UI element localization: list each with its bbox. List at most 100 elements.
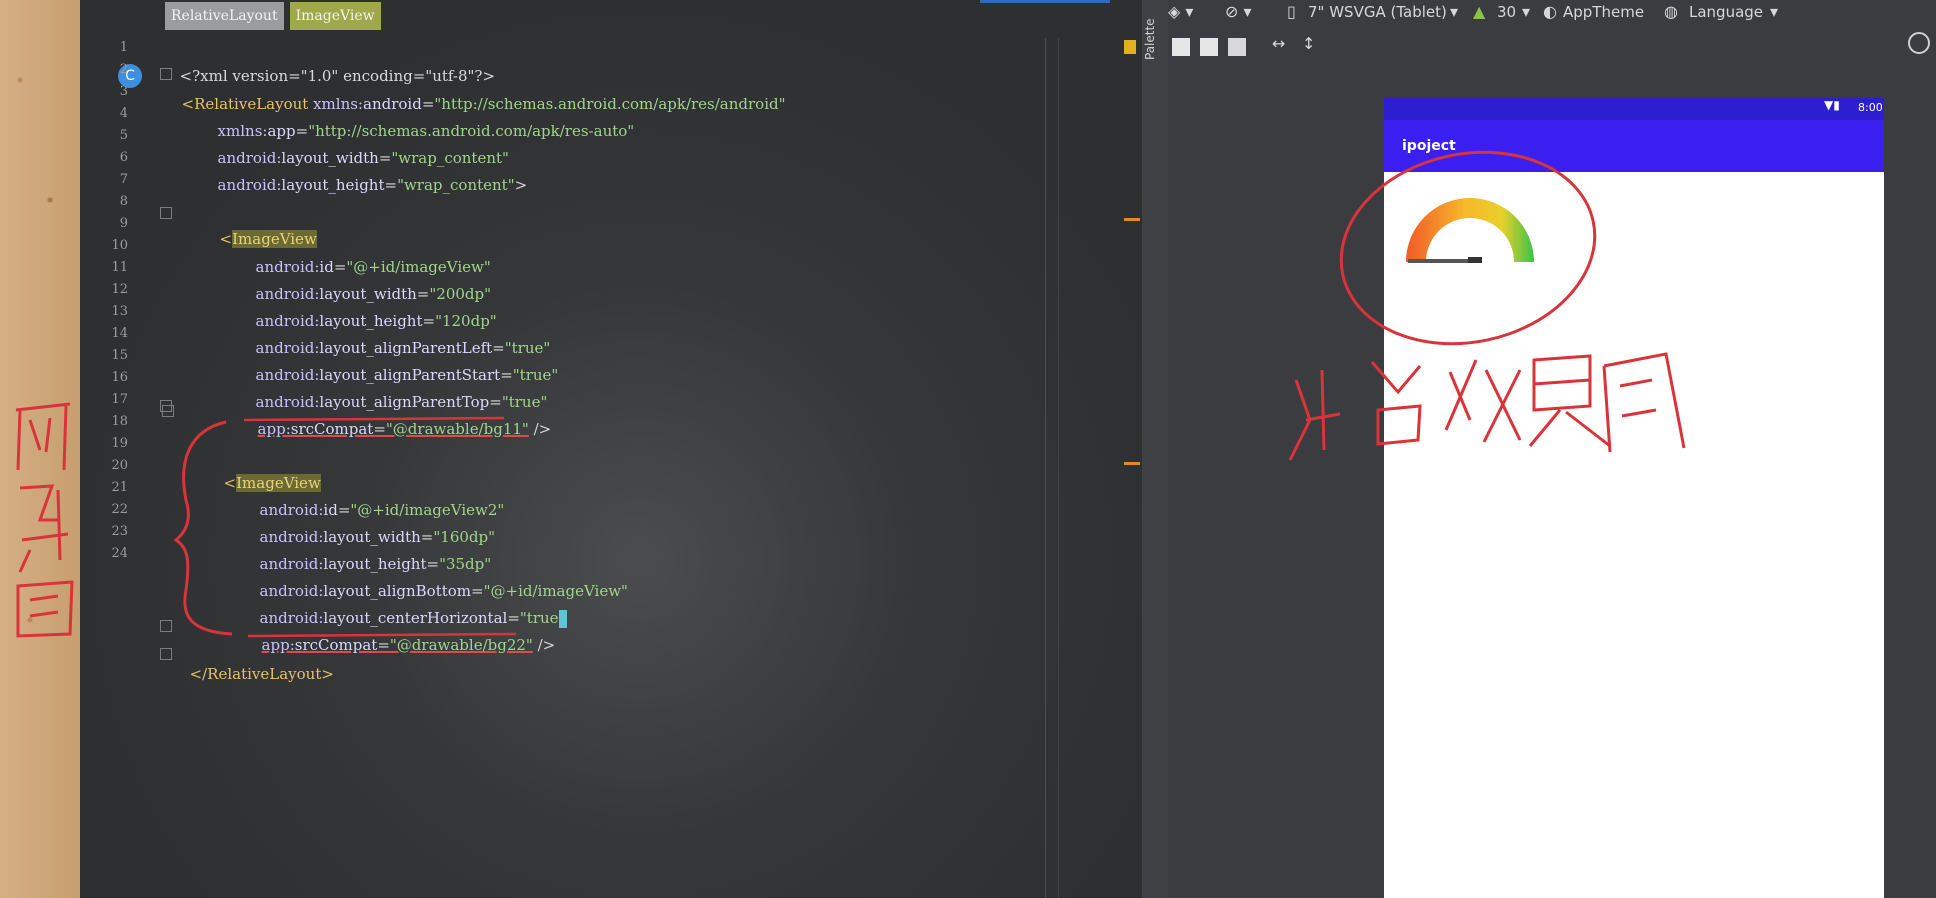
line-number: 20 bbox=[111, 458, 128, 473]
tag-close: > bbox=[514, 176, 528, 194]
attr-value: "@drawable/bg11" bbox=[385, 420, 529, 438]
tag-name: </RelativeLayout> bbox=[189, 665, 334, 683]
attr-value: "@drawable/bg22" bbox=[389, 636, 533, 654]
code-line-14[interactable]: app:srcCompat="@drawable/bg11" /> bbox=[248, 393, 552, 438]
chevron-down-icon: ▾ bbox=[1770, 2, 1779, 21]
code-line-7[interactable]: <ImageView bbox=[210, 203, 317, 248]
line-number: 21 bbox=[111, 480, 128, 495]
error-stripe-marker[interactable] bbox=[1124, 462, 1140, 465]
status-time: 8:00 bbox=[1858, 101, 1883, 114]
line-number: 23 bbox=[111, 524, 128, 539]
tag-open: < bbox=[223, 474, 237, 492]
android-icon: ▲ bbox=[1473, 2, 1486, 21]
gauge-needle bbox=[1408, 259, 1470, 263]
line-number: 13 bbox=[111, 304, 128, 319]
code-line-12[interactable]: android:layout_alignParentStart="true" bbox=[246, 339, 559, 384]
tag-open: < bbox=[219, 230, 233, 248]
line-number: 8 bbox=[119, 194, 128, 209]
no-symbol-icon[interactable]: ⊘ ▾ bbox=[1225, 2, 1252, 21]
equals: = bbox=[377, 636, 390, 654]
fold-marker[interactable] bbox=[160, 648, 172, 660]
design-view-icon[interactable] bbox=[1172, 38, 1190, 56]
warning-icon[interactable] bbox=[1124, 40, 1136, 54]
line-number: 11 bbox=[111, 260, 128, 275]
device-status-bar bbox=[1384, 98, 1884, 120]
breadcrumb-relativelayout[interactable]: RelativeLayout bbox=[165, 2, 284, 30]
zoom-out-icon[interactable] bbox=[1908, 32, 1930, 54]
device-app-bar bbox=[1384, 120, 1884, 172]
code-line-8[interactable]: android:id="@+id/imageView" bbox=[246, 231, 491, 276]
line-number: 17 bbox=[111, 392, 128, 407]
theme-selector[interactable]: AppTheme bbox=[1563, 0, 1644, 24]
active-indicator bbox=[980, 0, 1110, 3]
language-selector[interactable]: Language bbox=[1689, 0, 1763, 24]
line-number: 22 bbox=[111, 502, 128, 517]
error-stripe-marker[interactable] bbox=[1124, 218, 1140, 221]
code-line-13[interactable]: android:layout_alignParentTop="true" bbox=[246, 366, 548, 411]
app-title: ipoject bbox=[1402, 138, 1456, 154]
line-number: 18 bbox=[111, 414, 128, 429]
gauge-hub bbox=[1468, 257, 1482, 263]
editor-divider bbox=[1058, 38, 1059, 898]
line-number: 12 bbox=[111, 282, 128, 297]
line-number: 14 bbox=[111, 326, 128, 341]
code-line-4[interactable]: android:layout_width="wrap_content" bbox=[208, 122, 509, 167]
palette-strip[interactable] bbox=[1142, 0, 1168, 898]
code-line-3[interactable]: xmlns:app="http://schemas.android.com/ap… bbox=[208, 95, 635, 140]
equals: = bbox=[384, 176, 398, 194]
code-line-22[interactable]: app:srcCompat="@drawable/bg22" /> bbox=[252, 609, 556, 654]
chevron-down-icon: ▾ bbox=[1450, 2, 1459, 21]
device-content[interactable] bbox=[1384, 172, 1884, 898]
attr-namespace: android: bbox=[217, 176, 282, 194]
horizontal-resize-icon[interactable]: ↔ bbox=[1272, 34, 1285, 53]
line-number: 16 bbox=[111, 370, 128, 385]
line-number: 5 bbox=[119, 128, 128, 143]
text-cursor bbox=[558, 610, 567, 628]
tag-close: /> bbox=[528, 420, 552, 438]
globe-icon: ◍ bbox=[1664, 2, 1678, 21]
line-number: 19 bbox=[111, 436, 128, 451]
code-line-20[interactable]: android:layout_alignBottom="@+id/imageVi… bbox=[250, 555, 628, 600]
code-line-23[interactable]: </RelativeLayout> bbox=[180, 638, 334, 683]
breadcrumb: RelativeLayout ImageView bbox=[165, 2, 381, 32]
fold-marker[interactable] bbox=[160, 207, 172, 219]
blueprint-view-icon[interactable] bbox=[1200, 38, 1218, 56]
fold-marker[interactable] bbox=[162, 405, 174, 417]
line-number: 24 bbox=[111, 546, 128, 561]
code-line-9[interactable]: android:layout_width="200dp" bbox=[246, 258, 491, 303]
code-line-2[interactable]: <RelativeLayout xmlns:android="http://sc… bbox=[172, 68, 786, 113]
code-line-1[interactable]: <?xml version="1.0" encoding="utf-8"?> bbox=[170, 40, 495, 85]
attr-namespace: app: bbox=[257, 420, 291, 438]
code-line-16[interactable]: <ImageView bbox=[214, 447, 321, 492]
layers-icon[interactable]: ◈ ▾ bbox=[1168, 2, 1193, 21]
attr-value: "wrap_content" bbox=[397, 176, 515, 194]
vertical-resize-icon[interactable]: ↕ bbox=[1302, 34, 1315, 53]
gauge-arc bbox=[1406, 198, 1534, 262]
api-level-selector[interactable]: 30 bbox=[1497, 0, 1516, 24]
line-number: 1 bbox=[119, 40, 128, 55]
breadcrumb-imageview[interactable]: ImageView bbox=[289, 2, 381, 30]
design-canvas-margin bbox=[1884, 172, 1936, 898]
split-view-icon[interactable] bbox=[1228, 38, 1246, 56]
attr-name: srcCompat bbox=[290, 420, 374, 438]
line-number: 10 bbox=[111, 238, 128, 253]
device-selector[interactable]: 7" WSVGA (Tablet) bbox=[1308, 0, 1447, 24]
line-number: 15 bbox=[111, 348, 128, 363]
code-line-11[interactable]: android:layout_alignParentLeft="true" bbox=[246, 312, 551, 357]
code-line-10[interactable]: android:layout_height="120dp" bbox=[246, 285, 497, 330]
tag-close: /> bbox=[532, 636, 556, 654]
desk-background bbox=[0, 0, 80, 898]
device-icon[interactable]: ▯ bbox=[1287, 2, 1296, 21]
chevron-down-icon: ▾ bbox=[1522, 2, 1531, 21]
theme-icon: ◐ bbox=[1543, 2, 1557, 21]
right-margin-guide bbox=[1045, 38, 1046, 898]
code-line-21[interactable]: android:layout_centerHorizontal="true bbox=[250, 582, 567, 628]
code-line-18[interactable]: android:layout_width="160dp" bbox=[250, 501, 495, 546]
code-line-17[interactable]: android:id="@+id/imageView2" bbox=[250, 474, 505, 519]
line-number: 4 bbox=[119, 106, 128, 121]
gauge-image[interactable] bbox=[1396, 182, 1546, 268]
code-line-5[interactable]: android:layout_height="wrap_content"> bbox=[208, 149, 528, 194]
fold-marker[interactable] bbox=[160, 620, 172, 632]
palette-label[interactable]: Palette bbox=[1143, 18, 1157, 60]
code-line-19[interactable]: android:layout_height="35dp" bbox=[250, 528, 492, 573]
